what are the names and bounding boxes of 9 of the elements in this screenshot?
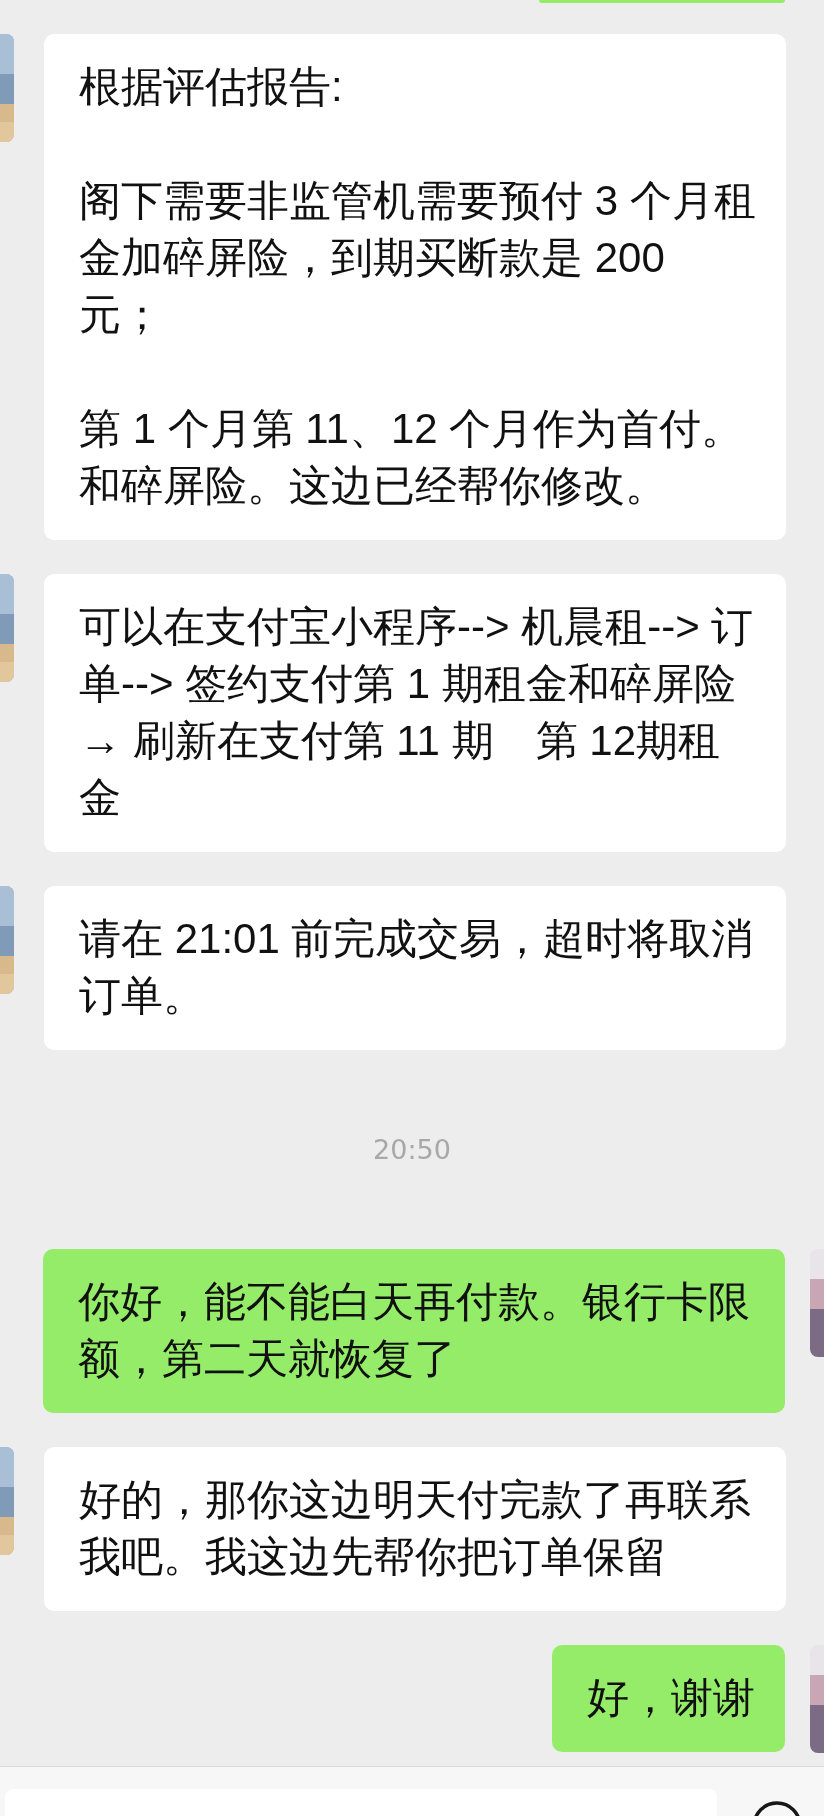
message-text: 请在 21:01 前完成交易，超时将取消订单。 bbox=[79, 914, 755, 1021]
message-text: 阁下需要非监管机需要预付 3 个月租金加碎屏险，到期买断款是 200 元； bbox=[79, 176, 756, 340]
message-text: 第 1 个月第 11、12 个月作为首付。和碎屏险。这边已经帮你修改。 bbox=[79, 404, 745, 511]
message-text: 可以在支付宝小程序--> 机晨租--> 订单--> 签约支付第 1 期租金和碎屏险 → 刷新在支付第 11 期 第 12期租金 bbox=[79, 602, 755, 823]
message-text: 好的，那你这边明天付完款了再联系我吧。我这边先帮你把订单保留 bbox=[79, 1475, 752, 1582]
message-text: 好，谢谢 bbox=[587, 1673, 755, 1723]
timestamp: 20:50 bbox=[373, 1134, 451, 1165]
message-text: 你好，能不能白天再付款。银行卡限额，第二天就恢复了 bbox=[78, 1277, 751, 1384]
message-text: 根据评估报告: bbox=[79, 62, 344, 112]
